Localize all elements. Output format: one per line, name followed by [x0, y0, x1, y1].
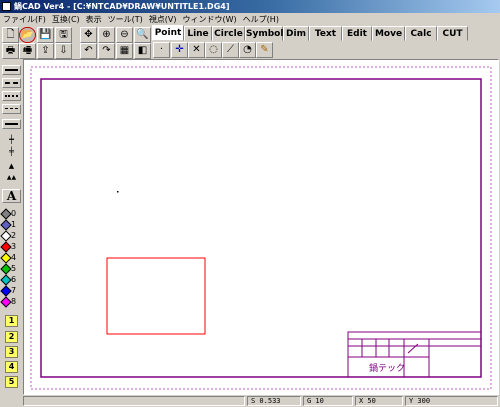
- window-title: 鍋CAD Ver4 - [C:¥NTCAD¥DRAW¥UNTITLE1.DG4]: [14, 2, 230, 11]
- tab-text[interactable]: Text: [309, 26, 342, 41]
- menu-compat[interactable]: 互換(C): [49, 13, 83, 26]
- frame-icon[interactable]: ◧: [134, 43, 151, 59]
- menu-bar: ファイル(F) 互換(C) 表示 ツール(T) 視点(V) ウィンドウ(W) ヘルプ(H): [0, 13, 500, 26]
- status-scale: S 0.533: [247, 396, 301, 406]
- menu-window[interactable]: ウィンドウ(W): [180, 13, 240, 26]
- print-icon[interactable]: 🖶: [2, 43, 19, 59]
- zoom-out-icon[interactable]: ⊖: [116, 27, 133, 43]
- open-icon[interactable]: 📂: [19, 27, 36, 43]
- pen-3[interactable]: 3: [0, 240, 22, 253]
- export-icon[interactable]: ⇪: [37, 43, 54, 59]
- pen-3-icon: [0, 240, 12, 253]
- line-dashdot-tool[interactable]: [2, 104, 21, 114]
- red-rectangle: [106, 257, 206, 335]
- tab-calc[interactable]: Calc: [405, 26, 437, 41]
- pen-0-icon: [0, 207, 12, 220]
- status-grid: G 10: [303, 396, 353, 406]
- left-tool-palette: ┿ ╪ ▲ ▲▲ A 0 1 2 3 4 5 6 7 8 1 2 3 4 5: [0, 59, 23, 395]
- pen-4-icon: [0, 251, 12, 264]
- status-y: Y 300: [405, 396, 498, 406]
- pen-8-icon: [0, 295, 12, 308]
- pen-8[interactable]: 8: [0, 295, 22, 308]
- tab-move[interactable]: Move: [372, 26, 405, 41]
- status-message: [23, 396, 245, 406]
- tab-line[interactable]: Line: [184, 26, 212, 41]
- save-icon[interactable]: 💾: [37, 27, 54, 43]
- line-dashed-tool[interactable]: [2, 78, 21, 88]
- pen-5[interactable]: 5: [0, 262, 22, 275]
- point-style-1-icon[interactable]: ┿: [2, 135, 21, 145]
- new-icon[interactable]: 🗋: [2, 27, 19, 43]
- layer-2[interactable]: 2: [5, 331, 18, 343]
- tab-point[interactable]: Point: [152, 25, 184, 41]
- pen-2[interactable]: 2: [0, 229, 22, 242]
- cross-point-icon[interactable]: ✛: [171, 42, 188, 58]
- line-dotted-tool[interactable]: [2, 91, 21, 101]
- layer-5[interactable]: 5: [5, 376, 18, 388]
- cursor-point: [117, 191, 119, 193]
- pen-6-icon: [0, 273, 12, 286]
- status-x: X 50: [355, 396, 403, 406]
- tab-circle[interactable]: Circle: [212, 26, 245, 41]
- zoom-fit-icon[interactable]: 🔍: [134, 27, 151, 43]
- line-thick-tool[interactable]: [2, 119, 21, 129]
- dot-icon[interactable]: ·: [153, 42, 170, 58]
- tangent-point-icon[interactable]: ◔: [239, 42, 256, 58]
- status-bar: S 0.533 G 10 X 50 Y 300: [0, 395, 500, 407]
- redo-icon[interactable]: ↷: [98, 43, 115, 59]
- layer-3[interactable]: 3: [5, 346, 18, 358]
- zoom-in-icon[interactable]: ⊕: [98, 27, 115, 43]
- app-icon: [2, 2, 11, 11]
- tab-cut[interactable]: CUT: [437, 26, 468, 41]
- pen-6[interactable]: 6: [0, 273, 22, 286]
- drawing-canvas[interactable]: 鍋テック: [23, 59, 499, 395]
- layer-1[interactable]: 1: [5, 315, 18, 327]
- line-solid-tool[interactable]: [2, 65, 21, 75]
- intersection-icon[interactable]: ✕: [188, 42, 205, 58]
- menu-help[interactable]: ヘルプ(H): [240, 13, 282, 26]
- text-tool[interactable]: A: [2, 189, 21, 203]
- move-view-icon[interactable]: ✥: [80, 27, 97, 43]
- layer-4[interactable]: 4: [5, 361, 18, 373]
- pen-5-icon: [0, 262, 12, 275]
- point-style-2-icon[interactable]: ╪: [2, 147, 21, 157]
- pen-1[interactable]: 1: [0, 218, 22, 231]
- app-window: 鍋CAD Ver4 - [C:¥NTCAD¥DRAW¥UNTITLE1.DG4]…: [0, 0, 500, 407]
- title-block-company: 鍋テック: [369, 362, 405, 374]
- menu-tools[interactable]: ツール(T): [105, 13, 146, 26]
- tab-edit[interactable]: Edit: [342, 26, 372, 41]
- pen-2-icon: [0, 229, 12, 242]
- circle-point-icon[interactable]: ◌: [205, 42, 222, 58]
- tab-dim[interactable]: Dim: [283, 26, 309, 41]
- tab-symbol[interactable]: Symbol: [245, 26, 283, 41]
- pen-7-icon: [0, 284, 12, 297]
- paper-boundary: [30, 66, 492, 390]
- pen-1-icon: [0, 218, 12, 231]
- save-as-icon[interactable]: 🖫: [55, 27, 72, 43]
- menu-view[interactable]: 表示: [83, 13, 105, 26]
- eraser-point-icon[interactable]: ✎: [256, 42, 273, 58]
- pen-0[interactable]: 0: [0, 207, 22, 220]
- import-icon[interactable]: ⇩: [55, 43, 72, 59]
- pen-4[interactable]: 4: [0, 251, 22, 264]
- title-block: [347, 331, 482, 378]
- pen-7[interactable]: 7: [0, 284, 22, 297]
- divide-point-icon[interactable]: ⟋: [222, 42, 239, 58]
- menu-file[interactable]: ファイル(F): [0, 13, 49, 26]
- title-bar: 鍋CAD Ver4 - [C:¥NTCAD¥DRAW¥UNTITLE1.DG4]: [0, 0, 500, 13]
- drawing-surface: 鍋テック: [30, 66, 492, 390]
- grid-icon[interactable]: ▦: [116, 43, 133, 59]
- undo-icon[interactable]: ↶: [80, 43, 97, 59]
- point-style-4-icon[interactable]: ▲▲: [2, 173, 21, 183]
- point-style-3-icon[interactable]: ▲: [2, 161, 21, 171]
- print-preview-icon[interactable]: 🖷: [19, 43, 36, 59]
